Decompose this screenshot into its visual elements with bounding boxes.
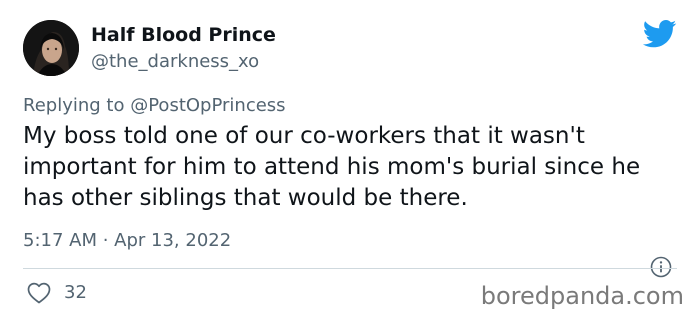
avatar[interactable] [23,20,79,76]
author-name[interactable]: Half Blood Prince [91,22,276,48]
reply-mention-link[interactable]: @PostOpPrincess [130,95,285,116]
tweet-timestamp[interactable]: 5:17 AM · Apr 13, 2022 [23,229,231,253]
divider [23,268,677,269]
tweet-card: Half Blood Prince @the_darkness_xo Reply… [0,0,700,319]
twitter-bird-icon[interactable] [642,20,677,48]
info-icon[interactable] [650,256,672,278]
watermark: boredpanda.com [480,282,684,310]
heart-icon[interactable] [27,282,51,304]
avatar-image [23,20,79,76]
reply-context: Replying to @PostOpPrincess [23,94,286,118]
reply-prefix: Replying to [23,95,125,116]
tweet-text: My boss told one of our co-workers that … [23,123,641,211]
like-count: 32 [64,282,87,303]
author-handle[interactable]: @the_darkness_xo [91,50,259,74]
